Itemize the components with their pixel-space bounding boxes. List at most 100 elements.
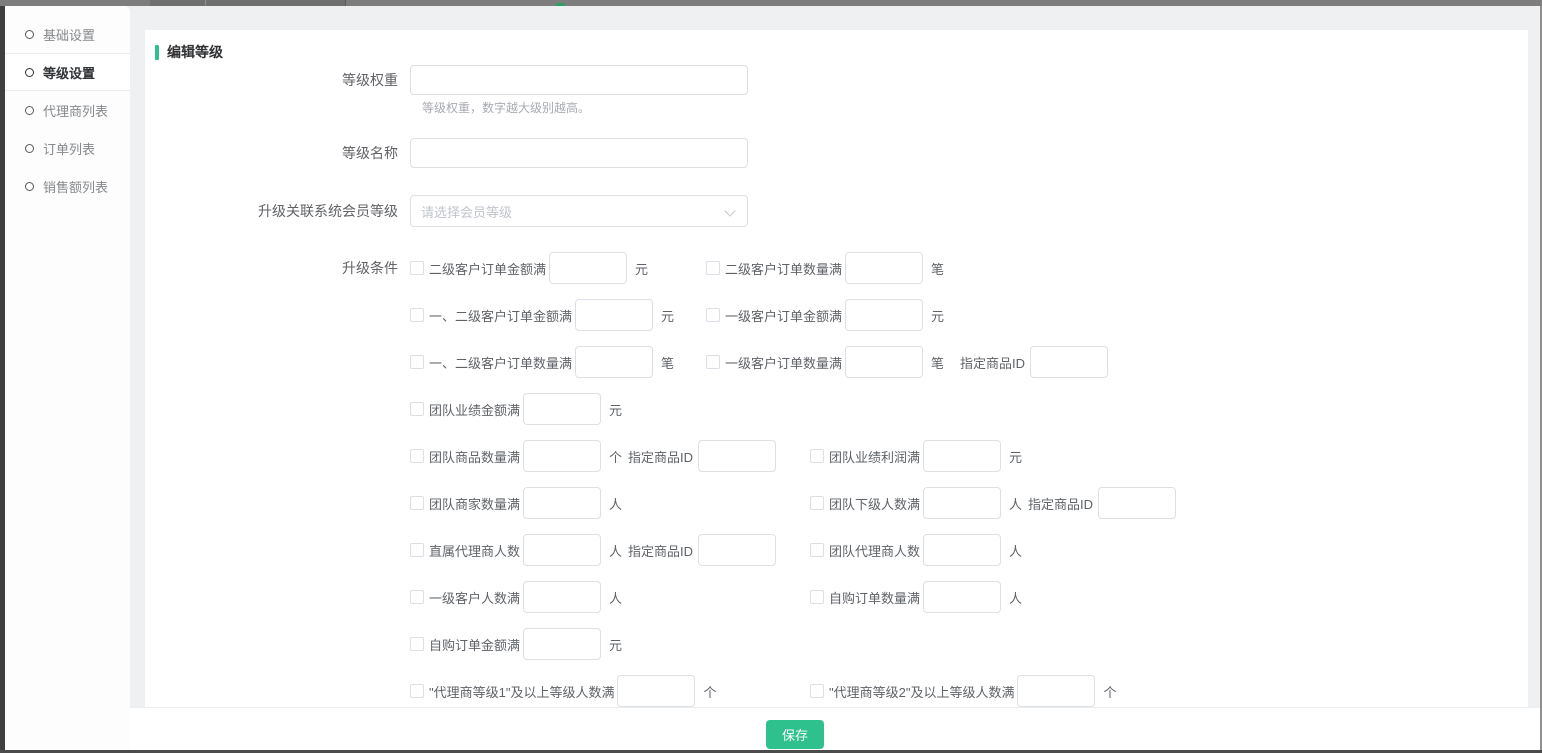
condition-value-input[interactable]: [523, 534, 601, 566]
condition-row: 团队商品数量满 个 指定商品ID 团队业绩利润满 元: [410, 440, 1176, 472]
unit-suffix: 元: [609, 400, 622, 419]
checkbox[interactable]: [410, 449, 424, 463]
tab-separator: [205, 0, 206, 6]
name-input[interactable]: [410, 138, 748, 168]
checkbox[interactable]: [706, 308, 720, 322]
browser-tab-strip: [0, 0, 1542, 6]
condition-value-input[interactable]: [549, 252, 627, 284]
radio-circle-icon: [25, 30, 34, 39]
unit-suffix: 笔: [931, 353, 944, 372]
condition-value-input[interactable]: [923, 534, 1001, 566]
checkbox[interactable]: [410, 355, 424, 369]
condition-row: 团队商家数量满 人 团队下级人数满 人 指定商品ID: [410, 487, 1176, 519]
unit-suffix: 个: [1103, 682, 1116, 701]
edit-level-form: 等级权重 等级权重，数字越大级别越高。 等级名称 升级关联系统会员等级 请选择会…: [145, 65, 1528, 722]
condition: 一级客户订单金额满 元: [706, 299, 944, 331]
condition-label: 一、二级客户订单数量满: [429, 353, 572, 372]
unit-suffix: 人: [609, 541, 622, 560]
condition-value-input[interactable]: [523, 393, 601, 425]
condition-label: 一级客户人数满: [429, 588, 520, 607]
sidebar-item-label: 基础设置: [43, 25, 95, 44]
condition-value-input[interactable]: [575, 299, 653, 331]
weight-input[interactable]: [410, 65, 748, 95]
condition: "代理商等级2"及以上等级人数满 个: [810, 675, 1116, 707]
condition-value-input[interactable]: [523, 581, 601, 613]
condition-value-input[interactable]: [923, 440, 1001, 472]
sidebar-item-basic-settings[interactable]: 基础设置: [5, 15, 130, 53]
unit-suffix: 元: [609, 635, 622, 654]
unit-suffix: 笔: [931, 259, 944, 278]
checkbox[interactable]: [810, 449, 824, 463]
checkbox[interactable]: [410, 590, 424, 604]
condition-row: 二级客户订单金额满 元 二级客户订单数量满 笔: [410, 252, 1176, 284]
sidebar-item-level-settings[interactable]: 等级设置: [5, 53, 130, 91]
unit-suffix: 人: [1009, 541, 1022, 560]
sidebar-item-sales-list[interactable]: 销售额列表: [5, 167, 130, 205]
checkbox[interactable]: [410, 308, 424, 322]
condition-label: "代理商等级1"及以上等级人数满: [429, 682, 614, 701]
checkbox[interactable]: [410, 637, 424, 651]
member-level-placeholder: 请选择会员等级: [421, 202, 512, 221]
condition-value-input[interactable]: [523, 487, 601, 519]
save-button[interactable]: 保存: [766, 720, 824, 749]
condition-value-input[interactable]: [1017, 675, 1095, 707]
unit-suffix: 元: [661, 306, 674, 325]
sidebar-item-label: 订单列表: [43, 139, 95, 158]
product-id-input[interactable]: [1030, 346, 1108, 378]
condition-row: 直属代理商人数 人 指定商品ID 团队代理商人数 人: [410, 534, 1176, 566]
checkbox[interactable]: [706, 261, 720, 275]
product-id-input[interactable]: [698, 440, 776, 472]
browser-tab: [150, 0, 345, 6]
radio-circle-icon: [25, 182, 34, 191]
unit-suffix: 个: [609, 447, 622, 466]
member-level-select[interactable]: 请选择会员等级: [410, 195, 748, 227]
sidebar-item-order-list[interactable]: 订单列表: [5, 129, 130, 167]
sidebar-item-label: 等级设置: [43, 63, 95, 82]
condition: 团队业绩利润满 元: [810, 440, 1022, 472]
condition: 自购订单数量满 人: [810, 581, 1022, 613]
conditions-list: 二级客户订单金额满 元 二级客户订单数量满 笔: [410, 252, 1176, 722]
checkbox[interactable]: [410, 543, 424, 557]
condition-value-input[interactable]: [923, 581, 1001, 613]
sidebar-item-label: 销售额列表: [43, 177, 108, 196]
checkbox[interactable]: [410, 261, 424, 275]
condition-label: 自购订单金额满: [429, 635, 520, 654]
sidebar-item-agent-list[interactable]: 代理商列表: [5, 91, 130, 129]
unit-suffix: 人: [1009, 494, 1022, 513]
checkbox[interactable]: [410, 684, 424, 698]
form-row-conditions: 升级条件 二级客户订单金额满 元 二级客户订单数量满: [145, 252, 1528, 722]
checkbox[interactable]: [810, 684, 824, 698]
product-id-input[interactable]: [698, 534, 776, 566]
checkbox[interactable]: [810, 590, 824, 604]
condition-value-input[interactable]: [923, 487, 1001, 519]
unit-suffix: 元: [931, 306, 944, 325]
condition-value-input[interactable]: [845, 346, 923, 378]
condition: "代理商等级1"及以上等级人数满 个: [410, 675, 810, 707]
form-row-name: 等级名称: [145, 138, 1528, 168]
checkbox[interactable]: [810, 496, 824, 510]
checkbox[interactable]: [706, 355, 720, 369]
condition-value-input[interactable]: [617, 675, 695, 707]
weight-hint: 等级权重，数字越大级别越高。: [422, 100, 1528, 117]
condition-value-input[interactable]: [845, 299, 923, 331]
unit-suffix: 人: [609, 588, 622, 607]
unit-suffix: 元: [635, 259, 648, 278]
condition-value-input[interactable]: [575, 346, 653, 378]
condition-value-input[interactable]: [845, 252, 923, 284]
form-row-member-level: 升级关联系统会员等级 请选择会员等级: [145, 195, 1528, 227]
condition-row: 一、二级客户订单数量满 笔 一级客户订单数量满 笔 指定商品ID: [410, 346, 1176, 378]
condition-label: 团队商品数量满: [429, 447, 520, 466]
checkbox[interactable]: [410, 496, 424, 510]
condition-label: 自购订单数量满: [829, 588, 920, 607]
condition-value-input[interactable]: [523, 628, 601, 660]
condition-row: 一、二级客户订单金额满 元 一级客户订单金额满 元: [410, 299, 1176, 331]
product-id-input[interactable]: [1098, 487, 1176, 519]
panel-header: 编辑等级: [155, 42, 1528, 62]
condition: 二级客户订单数量满 笔: [706, 252, 944, 284]
condition-value-input[interactable]: [523, 440, 601, 472]
checkbox[interactable]: [410, 402, 424, 416]
checkbox[interactable]: [810, 543, 824, 557]
condition-label: 二级客户订单数量满: [725, 259, 842, 278]
condition: 团队代理商人数 人: [810, 534, 1022, 566]
product-id-label: 指定商品ID: [960, 353, 1025, 372]
